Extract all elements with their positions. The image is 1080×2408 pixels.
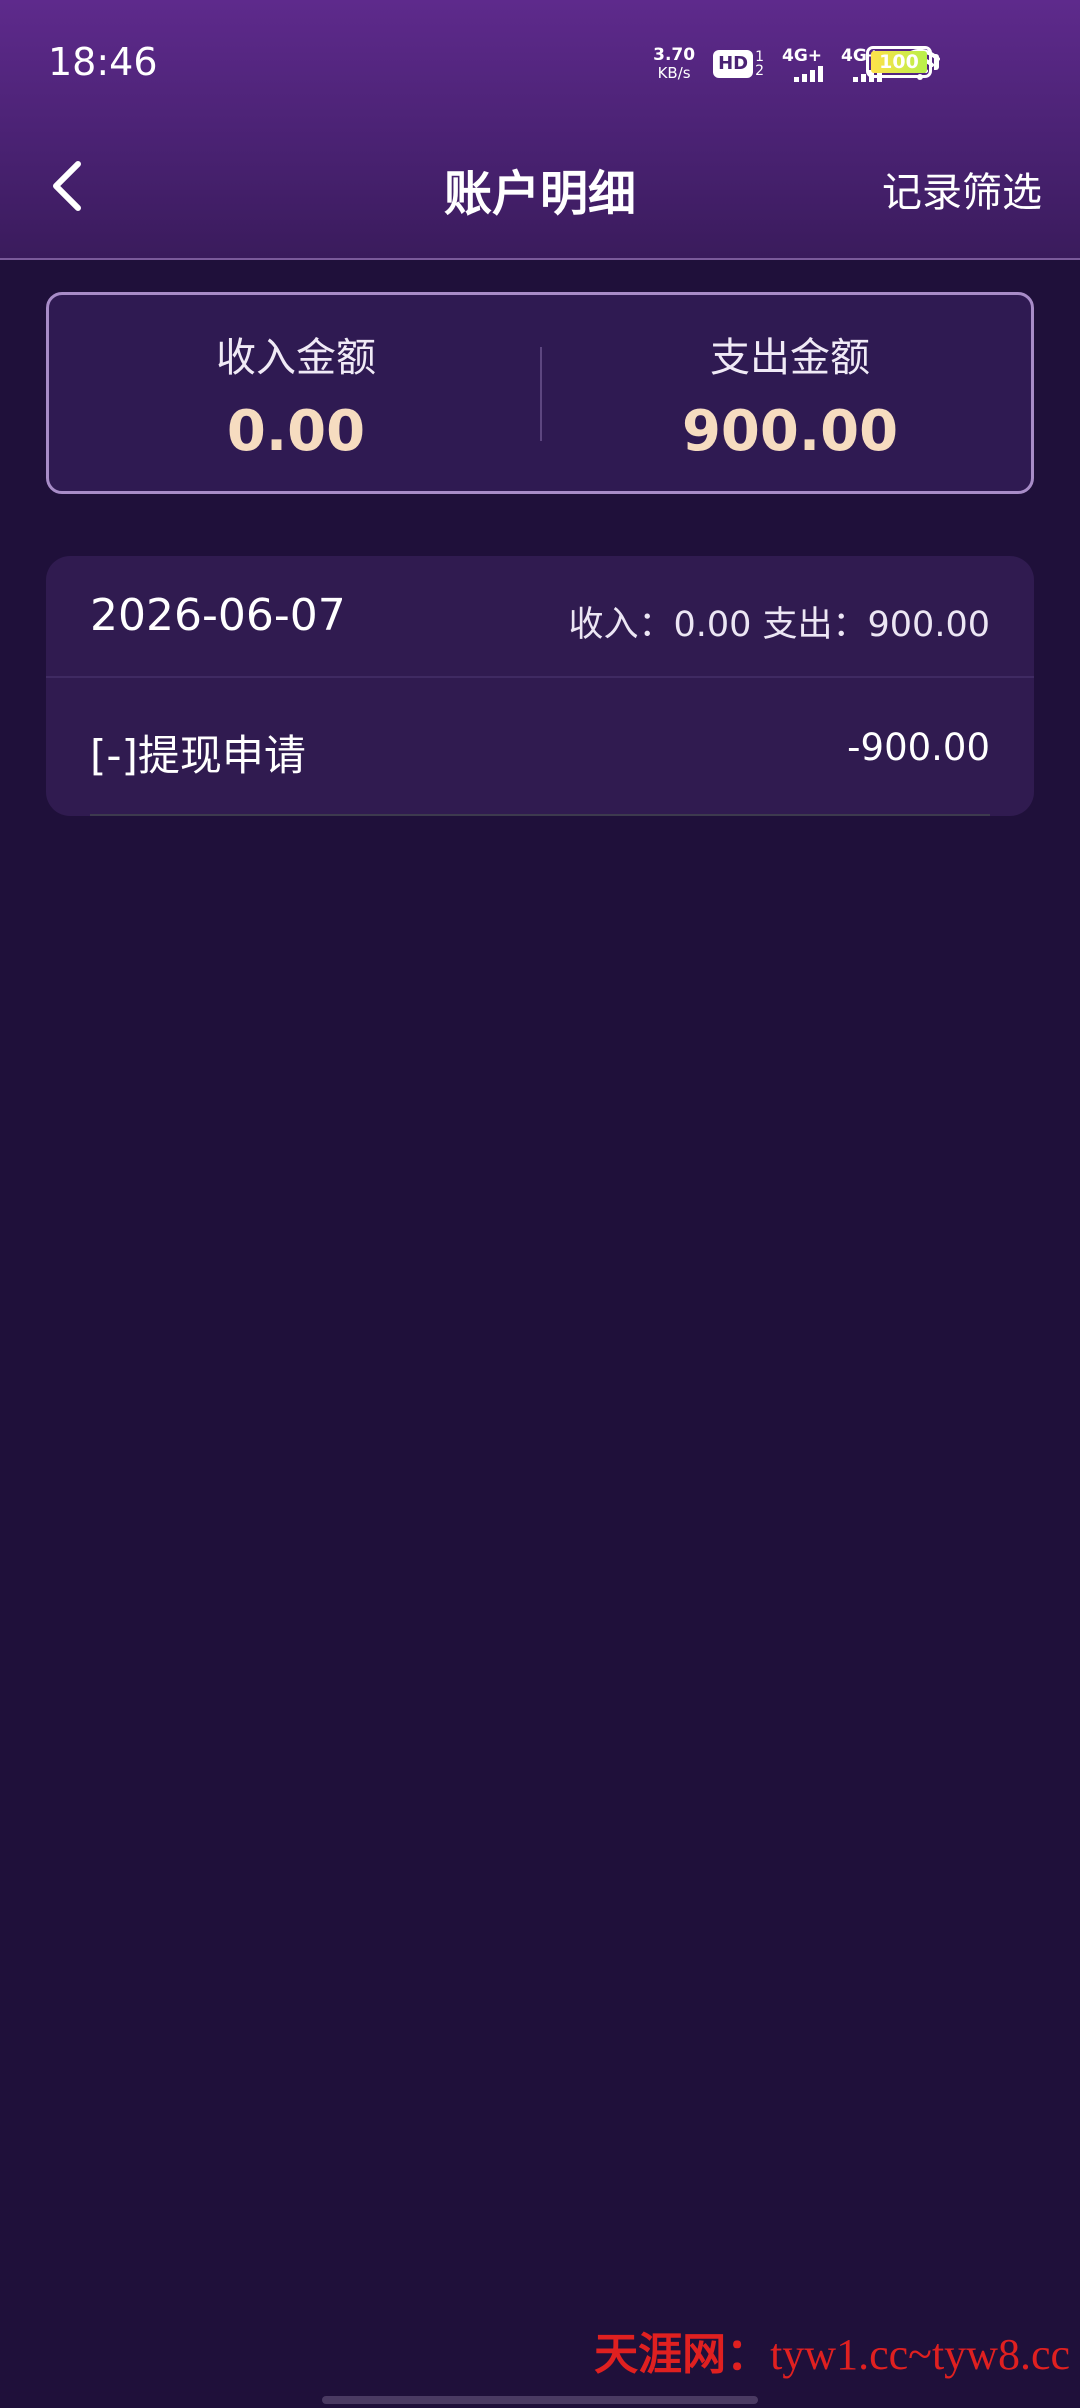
home-indicator[interactable] (322, 2396, 758, 2404)
record-item-name: [-]提现申请 (90, 731, 306, 780)
watermark-brand: 天涯网 (594, 2329, 727, 2380)
battery-icon: 100 (866, 46, 932, 78)
hd-sub: 1 2 (755, 50, 764, 78)
summary-card: 收入金额 0.00 支出金额 900.00 (46, 292, 1034, 494)
summary-divider (540, 347, 542, 441)
sim1-signal-bars (794, 66, 823, 82)
record-item-amount: -900.00 (847, 726, 990, 769)
hd-sub-1: 1 (755, 49, 764, 65)
income-summary: 收入金额 0.00 (49, 295, 543, 491)
watermark-separator: ： (726, 2329, 771, 2380)
signal-icon: 4G+ (782, 46, 823, 82)
hd-icon: HD 1 2 (713, 50, 764, 78)
list-item[interactable]: [-]提现申请 -900.00 (46, 678, 1034, 816)
header-area: 18:46 3.70 KB/s HD 1 2 4G+ 4G+ 100 账户明细 … (0, 0, 1080, 260)
income-label: 收入金额 (216, 335, 376, 381)
status-time: 18:46 (48, 40, 158, 84)
network-speed: 3.70 KB/s (653, 46, 695, 82)
watermark-urls: tyw1.cc~tyw8.cc (770, 2330, 1070, 2379)
expense-summary: 支出金额 900.00 (543, 295, 1037, 491)
hd-sub-2: 2 (755, 63, 764, 79)
battery-level: 100 (871, 51, 927, 73)
record-group-header: 2026-06-07 收入：0.00 支出：900.00 (46, 556, 1034, 678)
battery-tip (934, 54, 939, 70)
expense-value: 900.00 (681, 399, 899, 464)
expense-label: 支出金额 (710, 335, 870, 381)
network-speed-unit: KB/s (657, 64, 691, 82)
network-speed-value: 3.70 (653, 45, 696, 65)
record-day-totals: 收入：0.00 支出：900.00 (568, 605, 990, 645)
record-group: 2026-06-07 收入：0.00 支出：900.00 [-]提现申请 -90… (46, 556, 1034, 816)
hd-label: HD (713, 50, 754, 78)
item-divider (90, 814, 990, 816)
status-bar: 18:46 3.70 KB/s HD 1 2 4G+ 4G+ 100 (0, 0, 1080, 120)
watermark: 天涯网：tyw1.cc~tyw8.cc (594, 2318, 1070, 2382)
sim1-network: 4G+ (782, 46, 823, 66)
record-date: 2026-06-07 (90, 590, 346, 641)
nav-bar: 账户明细 记录筛选 (0, 130, 1080, 240)
record-filter-button[interactable]: 记录筛选 (882, 160, 1042, 218)
income-value: 0.00 (226, 399, 366, 464)
